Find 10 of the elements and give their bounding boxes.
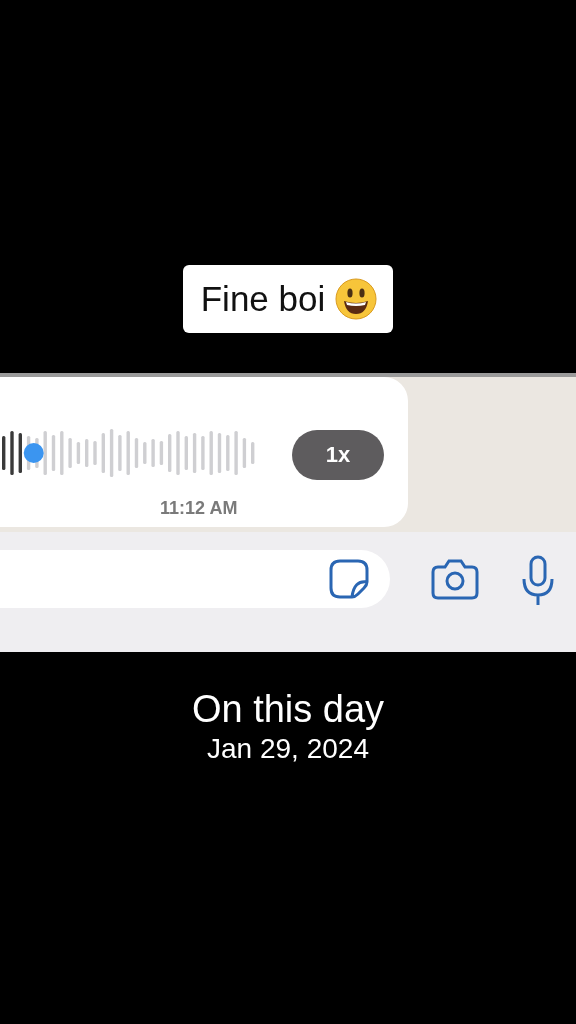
microphone-icon[interactable] bbox=[520, 555, 556, 607]
memory-title: On this day bbox=[191, 688, 385, 731]
memory-date: Jan 29, 2024 bbox=[207, 733, 369, 765]
camera-icon[interactable] bbox=[430, 558, 480, 600]
caption-text: Fine boi bbox=[200, 279, 326, 319]
sticker-icon[interactable] bbox=[328, 558, 370, 600]
playback-speed-button[interactable]: 1x bbox=[292, 430, 384, 480]
message-time: 11:12 AM bbox=[160, 498, 238, 519]
message-input-field[interactable] bbox=[0, 550, 390, 608]
smiley-icon bbox=[335, 278, 378, 320]
